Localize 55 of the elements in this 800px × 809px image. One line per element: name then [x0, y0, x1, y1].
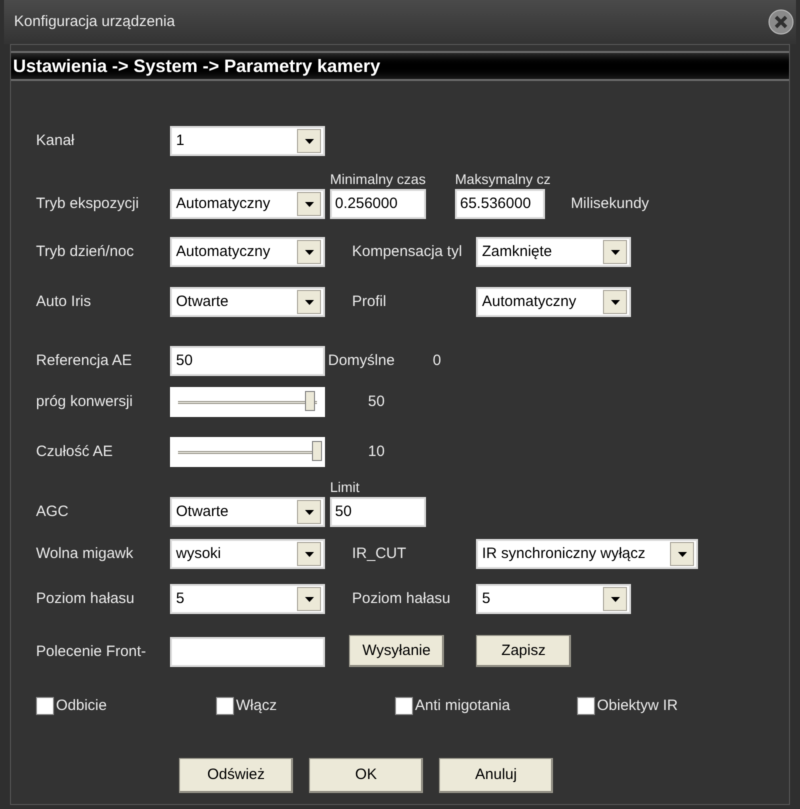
slider-value: 10: [368, 442, 385, 462]
checkbox[interactable]: Odbicie: [36, 695, 216, 718]
window-title: Konfiguracja urządzenia: [14, 12, 175, 32]
dialog-button[interactable]: Odśwież: [179, 758, 293, 792]
info-text: Domyślne: [328, 350, 395, 371]
field-caption: Limit: [330, 478, 361, 495]
info-text: Milisekundy: [570, 194, 650, 214]
field-label: AGC: [36, 502, 70, 522]
close-icon[interactable]: [768, 9, 794, 35]
dropdown[interactable]: wysoki: [170, 539, 325, 569]
text-field[interactable]: 50: [170, 346, 325, 376]
text-field[interactable]: [170, 637, 325, 667]
breadcrumb: Ustawienia -> System -> Parametry kamery: [13, 54, 380, 78]
field-caption: Maksymalny cz: [455, 170, 551, 187]
field-label: Polecenie Front-: [36, 642, 148, 662]
slider-value: 50: [368, 392, 385, 412]
dropdown[interactable]: Otwarte: [170, 497, 325, 527]
field-label: Kompensacja tyl: [352, 242, 464, 262]
dropdown[interactable]: Automatyczny: [170, 189, 325, 219]
dropdown[interactable]: Automatyczny: [476, 287, 631, 317]
slider-thumb[interactable]: [312, 440, 322, 460]
info-text: 0: [432, 350, 442, 371]
dialog-button[interactable]: OK: [309, 758, 423, 792]
field-label: Profil: [352, 292, 388, 312]
field-label: próg konwersji: [36, 392, 134, 412]
slider[interactable]: [170, 437, 325, 467]
field-label: Poziom hałasu: [36, 588, 136, 609]
text-field[interactable]: 50: [330, 497, 426, 527]
field-label: Tryb ekspozycji: [36, 194, 140, 214]
field-label: Tryb dzień/noc: [36, 242, 135, 262]
field-label: Kanał: [36, 130, 76, 151]
text-field[interactable]: 65.536000: [455, 189, 545, 219]
dropdown[interactable]: IR synchroniczny wyłącz: [476, 539, 698, 569]
dialog-button[interactable]: Anuluj: [439, 758, 553, 792]
field-label: IR_CUT: [352, 544, 408, 564]
dropdown[interactable]: Otwarte: [170, 287, 325, 317]
dropdown[interactable]: Zamknięte: [476, 237, 631, 267]
field-label: Auto Iris: [36, 292, 92, 312]
field-label: Referencja AE: [36, 350, 133, 371]
checkbox[interactable]: Anti migotania: [395, 695, 577, 718]
action-button[interactable]: Zapisz: [476, 635, 571, 667]
action-button[interactable]: Wysyłanie: [349, 635, 444, 667]
field-caption: Minimalny czas: [330, 170, 426, 187]
checkbox[interactable]: Włącz: [216, 695, 395, 718]
dropdown[interactable]: 5: [170, 584, 325, 614]
slider-thumb[interactable]: [305, 390, 316, 410]
dropdown[interactable]: 1: [170, 126, 325, 156]
slider[interactable]: [170, 387, 325, 417]
text-field[interactable]: 0.256000: [330, 189, 426, 219]
field-label: Wolna migawk: [36, 544, 134, 564]
dropdown[interactable]: Automatyczny: [170, 237, 325, 267]
dropdown[interactable]: 5: [476, 584, 631, 614]
field-label: Poziom hałasu: [352, 588, 452, 609]
checkbox[interactable]: Obiektyw IR: [577, 695, 727, 718]
field-label: Czułość AE: [36, 442, 114, 462]
